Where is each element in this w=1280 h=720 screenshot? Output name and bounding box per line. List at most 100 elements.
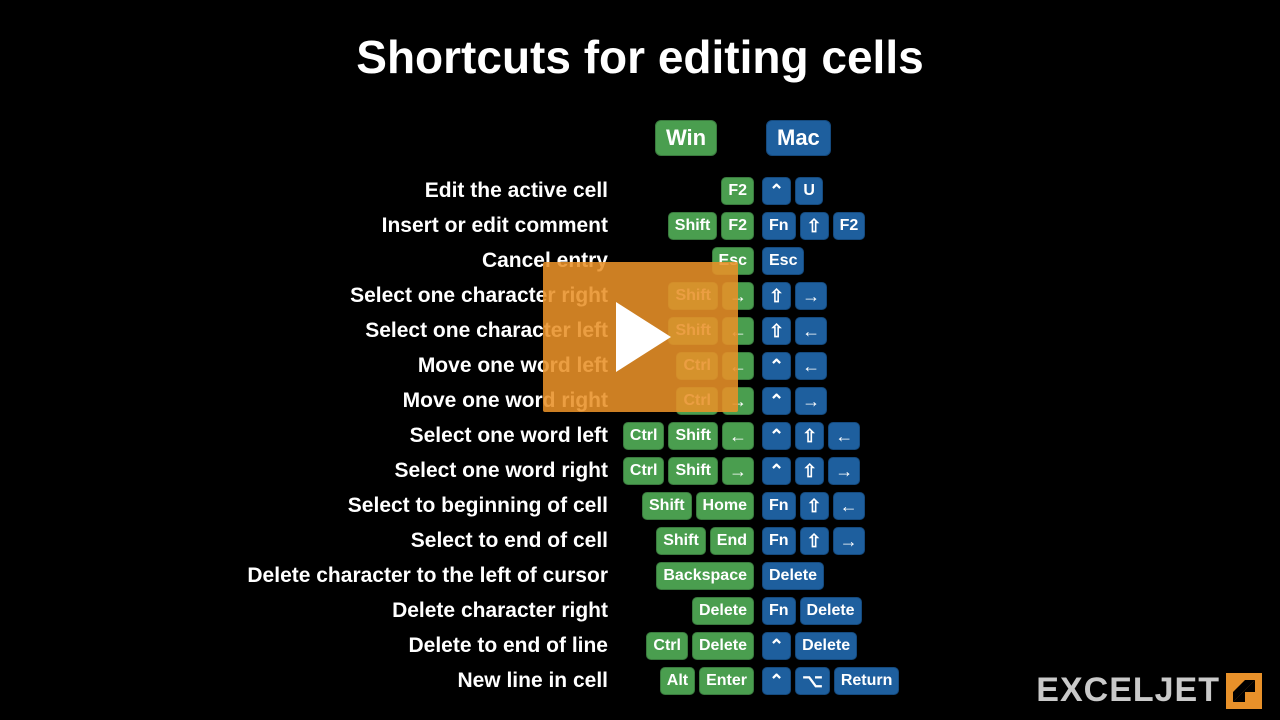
shortcut-label: Move one word left	[0, 354, 618, 378]
keycap: Delete	[692, 597, 754, 625]
mac-header-badge: Mac	[766, 120, 831, 156]
keycap: F2	[721, 212, 754, 240]
win-keys: ShiftF2	[618, 212, 758, 240]
shortcut-label: Delete to end of line	[0, 634, 618, 658]
page-title: Shortcuts for editing cells	[0, 30, 1280, 84]
mac-keys: Fn⇧←	[758, 492, 1038, 520]
shortcut-row: Insert or edit commentShiftF2Fn⇧F2	[0, 208, 1280, 243]
brand-mark-icon	[1226, 673, 1262, 709]
keycap: Enter	[699, 667, 754, 695]
keycap: Delete	[795, 632, 857, 660]
keycap: End	[710, 527, 754, 555]
shortcut-row: Select to end of cellShiftEndFn⇧→	[0, 523, 1280, 558]
win-keys: ShiftHome	[618, 492, 758, 520]
mac-keys: Delete	[758, 562, 1038, 590]
keycap: Ctrl	[623, 422, 665, 450]
keycap: ←	[722, 422, 754, 450]
keycap: Backspace	[656, 562, 754, 590]
keycap: ⇧	[800, 212, 829, 240]
win-keys: CtrlDelete	[618, 632, 758, 660]
play-icon	[611, 302, 671, 372]
brand-text: EXCELJET	[1036, 671, 1220, 710]
mac-keys: ⇧←	[758, 317, 1038, 345]
keycap: ⇧	[795, 457, 824, 485]
mac-keys: ⌃⇧→	[758, 457, 1038, 485]
keycap: Shift	[642, 492, 692, 520]
shortcut-label: Cancel entry	[0, 249, 618, 273]
keycap: ⇧	[800, 492, 829, 520]
keycap: Delete	[692, 632, 754, 660]
shortcut-label: Select one word left	[0, 424, 618, 448]
keycap: Fn	[762, 492, 796, 520]
keycap: Delete	[762, 562, 824, 590]
win-keys: CtrlShift→	[618, 457, 758, 485]
keycap: Shift	[668, 212, 718, 240]
keycap: ⌃	[762, 177, 791, 205]
keycap: Esc	[762, 247, 804, 275]
keycap: ⌃	[762, 667, 791, 695]
keycap: →	[828, 457, 860, 485]
shortcut-label: Edit the active cell	[0, 179, 618, 203]
keycap: ←	[795, 317, 827, 345]
win-keys: F2	[618, 177, 758, 205]
page: Shortcuts for editing cells Win Mac Edit…	[0, 0, 1280, 720]
shortcut-label: Select one character right	[0, 284, 618, 308]
win-keys: Backspace	[618, 562, 758, 590]
keycap: U	[795, 177, 823, 205]
mac-keys: Fn⇧F2	[758, 212, 1038, 240]
win-keys: Delete	[618, 597, 758, 625]
keycap: →	[722, 457, 754, 485]
keycap: Shift	[668, 422, 718, 450]
win-header-badge: Win	[655, 120, 717, 156]
keycap: ⇧	[795, 422, 824, 450]
play-button-overlay[interactable]	[543, 262, 738, 412]
mac-keys: Fn⇧→	[758, 527, 1038, 555]
keycap: ⇧	[800, 527, 829, 555]
keycap: Ctrl	[623, 457, 665, 485]
win-keys: ShiftEnd	[618, 527, 758, 555]
keycap: →	[795, 282, 827, 310]
keycap: ⌃	[762, 632, 791, 660]
shortcut-row: Select one word leftCtrlShift←⌃⇧←	[0, 418, 1280, 453]
brand-logo: EXCELJET	[1036, 671, 1262, 710]
mac-keys: ⌃U	[758, 177, 1038, 205]
keycap: Return	[834, 667, 900, 695]
header-row: Win Mac	[0, 120, 1280, 155]
keycap: Fn	[762, 527, 796, 555]
shortcut-label: Move one word right	[0, 389, 618, 413]
keycap: F2	[833, 212, 866, 240]
shortcut-row: Edit the active cellF2⌃U	[0, 173, 1280, 208]
keycap: ←	[833, 492, 865, 520]
mac-keys: Esc	[758, 247, 1038, 275]
keycap: ⇧	[762, 282, 791, 310]
mac-keys: ⇧→	[758, 282, 1038, 310]
mac-keys: FnDelete	[758, 597, 1038, 625]
mac-keys: ⌃⇧←	[758, 422, 1038, 450]
mac-keys: ⌃←	[758, 352, 1038, 380]
keycap: Alt	[660, 667, 695, 695]
shortcut-label: Select to end of cell	[0, 529, 618, 553]
shortcut-label: Select one character left	[0, 319, 618, 343]
keycap: ⌃	[762, 352, 791, 380]
shortcut-label: New line in cell	[0, 669, 618, 693]
keycap: ⌃	[762, 387, 791, 415]
keycap: ←	[828, 422, 860, 450]
shortcut-row: Select one word rightCtrlShift→⌃⇧→	[0, 453, 1280, 488]
mac-keys: ⌃Delete	[758, 632, 1038, 660]
shortcut-label: Delete character right	[0, 599, 618, 623]
keycap: →	[795, 387, 827, 415]
keycap: →	[833, 527, 865, 555]
keycap: ←	[795, 352, 827, 380]
keycap: Fn	[762, 597, 796, 625]
mac-keys: ⌃⌥Return	[758, 667, 1038, 695]
win-keys: AltEnter	[618, 667, 758, 695]
keycap: ⌃	[762, 422, 791, 450]
shortcut-label: Insert or edit comment	[0, 214, 618, 238]
keycap: ⌥	[795, 667, 830, 695]
keycap: ⇧	[762, 317, 791, 345]
keycap: ⌃	[762, 457, 791, 485]
keycap: Delete	[800, 597, 862, 625]
shortcut-label: Select one word right	[0, 459, 618, 483]
keycap: Fn	[762, 212, 796, 240]
shortcut-label: Select to beginning of cell	[0, 494, 618, 518]
